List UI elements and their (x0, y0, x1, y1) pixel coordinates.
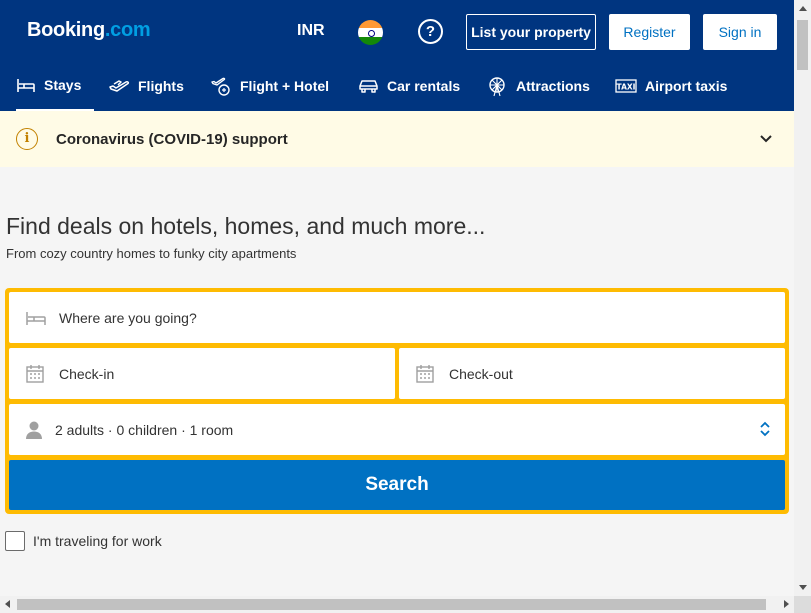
vertical-scroll-thumb[interactable] (797, 20, 808, 70)
nav-label-flight-hotel: Flight + Hotel (240, 78, 330, 94)
nav-label-stays: Stays (44, 77, 82, 93)
info-icon: i (16, 128, 38, 150)
top-header: Booking.com INR ? List your property Reg… (0, 0, 794, 111)
india-flag-icon[interactable] (358, 20, 383, 45)
sign-in-button[interactable]: Sign in (703, 14, 777, 50)
work-travel-option[interactable]: I'm traveling for work (5, 531, 162, 551)
search-button[interactable]: Search (9, 460, 785, 510)
nav-label-car-rentals: Car rentals (387, 78, 461, 94)
nav-item-airport-taxis[interactable]: TAXI Airport taxis (615, 61, 727, 111)
destination-placeholder: Where are you going? (59, 309, 197, 326)
ferris-wheel-icon (489, 77, 505, 97)
vertical-scrollbar[interactable] (794, 0, 811, 596)
product-nav: Stays Flights Flight + Hotel Car rentals… (0, 61, 794, 111)
scroll-left-arrow-icon[interactable] (5, 600, 10, 608)
nav-item-car-rentals[interactable]: Car rentals (358, 61, 460, 111)
list-property-button[interactable]: List your property (466, 14, 596, 50)
nav-item-flights[interactable]: Flights (108, 61, 184, 111)
booking-logo[interactable]: Booking.com (27, 19, 151, 42)
up-down-chevron-icon (760, 421, 770, 437)
scrollbar-corner (794, 596, 811, 613)
horizontal-scrollbar[interactable] (0, 596, 794, 613)
nav-label-flights: Flights (138, 78, 184, 94)
search-form: Where are you going? Check-in Check-out … (5, 288, 789, 514)
currency-selector[interactable]: INR (297, 22, 325, 40)
checkin-label: Check-in (59, 365, 115, 382)
nav-label-airport-taxis: Airport taxis (645, 78, 728, 94)
page-title: Find deals on hotels, homes, and much mo… (6, 213, 486, 239)
logo-suffix-text: .com (104, 19, 151, 41)
logo-main-text: Booking (27, 19, 105, 41)
svg-text:TAXI: TAXI (617, 83, 636, 92)
work-travel-label: I'm traveling for work (33, 533, 162, 549)
scroll-up-arrow-icon[interactable] (799, 6, 807, 11)
checkout-field[interactable]: Check-out (399, 348, 785, 399)
page-subtitle: From cozy country homes to funky city ap… (6, 246, 297, 261)
nav-label-attractions: Attractions (516, 78, 590, 94)
nav-item-flight-hotel[interactable]: Flight + Hotel (210, 61, 329, 111)
scroll-right-arrow-icon[interactable] (784, 600, 789, 608)
taxi-icon: TAXI (615, 79, 637, 93)
covid-banner[interactable]: i Coronavirus (COVID-19) support (0, 111, 794, 167)
scroll-down-arrow-icon[interactable] (799, 585, 807, 590)
work-travel-checkbox[interactable] (5, 531, 25, 551)
calendar-icon (416, 364, 434, 383)
help-icon[interactable]: ? (418, 19, 443, 44)
guests-field[interactable]: 2 adults · 0 children · 1 room (9, 404, 785, 455)
plane-icon (109, 80, 130, 92)
covid-banner-text: Coronavirus (COVID-19) support (56, 131, 288, 148)
calendar-icon (26, 364, 44, 383)
chevron-down-icon[interactable] (758, 131, 774, 147)
car-icon (359, 80, 378, 93)
guests-summary: 2 adults · 0 children · 1 room (55, 421, 234, 438)
bed-icon (26, 311, 46, 325)
person-icon (26, 421, 42, 439)
checkin-field[interactable]: Check-in (9, 348, 395, 399)
checkout-label: Check-out (449, 365, 513, 382)
bed-icon (17, 79, 35, 92)
nav-item-attractions[interactable]: Attractions (486, 61, 590, 111)
nav-item-stays[interactable]: Stays (16, 61, 94, 111)
destination-field[interactable]: Where are you going? (9, 292, 785, 343)
flight-hotel-icon (211, 77, 230, 96)
horizontal-scroll-thumb[interactable] (17, 599, 766, 610)
register-button[interactable]: Register (609, 14, 690, 50)
